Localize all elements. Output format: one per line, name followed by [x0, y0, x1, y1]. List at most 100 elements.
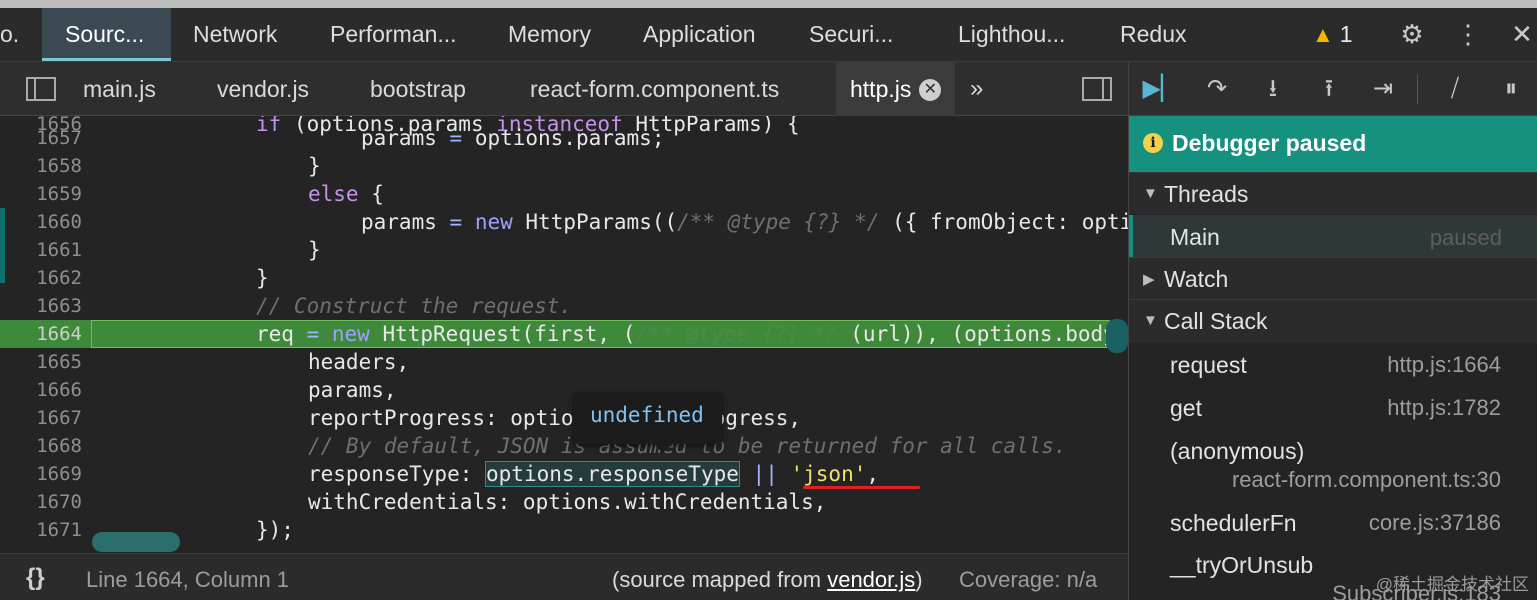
thread-item-main[interactable]: Main paused [1129, 215, 1537, 257]
caret-right-icon: ▶ [1143, 271, 1155, 288]
tab-label: o. [0, 21, 20, 47]
source-map-link[interactable]: vendor.js [827, 567, 915, 592]
deactivate-breakpoints-icon[interactable]: ⧸ [1435, 62, 1475, 116]
tab-network[interactable]: Network [193, 8, 277, 61]
warnings-count: 1 [1339, 21, 1353, 47]
frame-location: core.js:37186 [1368, 510, 1501, 535]
close-icon[interactable]: ✕ [1502, 8, 1537, 61]
section-label: Threads [1164, 181, 1249, 207]
code-line: 1669 responseType: options.responseType … [0, 460, 1110, 488]
section-watch[interactable]: ▶ Watch [1129, 257, 1537, 299]
toggle-debugger-icon[interactable] [1082, 77, 1112, 101]
code-line: 1665 headers, [0, 348, 1110, 376]
tab-lighthouse[interactable]: Lighthou... [958, 8, 1065, 61]
current-execution-line: 1664 req = new HttpRequest(first, (/** @… [0, 320, 1116, 348]
line-number: 1657 [36, 127, 82, 149]
step-into-icon[interactable]: ⭳ [1253, 62, 1293, 116]
step-out-icon[interactable]: ⭱ [1309, 62, 1349, 116]
code-text: } [308, 154, 321, 178]
section-call-stack[interactable]: ▼ Call Stack [1129, 299, 1537, 343]
toggle-navigator-icon[interactable] [26, 77, 56, 101]
line-number: 1667 [36, 407, 82, 429]
horizontal-scrollbar-thumb[interactable] [92, 532, 180, 552]
tab-sources[interactable]: Sourc... [42, 8, 171, 61]
file-tab-label: main.js [83, 76, 156, 102]
tab-label: Network [193, 21, 278, 47]
annotation-underline [803, 486, 920, 489]
editor-file-tabs: main.js vendor.js bootstrap react-form.c… [0, 62, 1128, 116]
vertical-scrollbar-thumb[interactable] [1106, 319, 1128, 353]
line-number: 1670 [36, 491, 82, 513]
code-text: }); [256, 518, 294, 542]
file-tab-bootstrap[interactable]: bootstrap [370, 62, 466, 116]
code-line: 1661 } [0, 236, 1110, 264]
code-text: } [256, 266, 269, 290]
paused-message: Debugger paused [1172, 130, 1367, 156]
tab-label: Application [643, 21, 756, 47]
code-line: 1667 reportProgress: options.reportProgr… [0, 404, 1110, 432]
info-icon: i [1143, 133, 1163, 153]
tab-label: Memory [508, 21, 592, 47]
line-number: 1663 [36, 295, 82, 317]
close-tab-icon[interactable]: ✕ [919, 79, 942, 101]
file-tab-react-form-component[interactable]: react-form.component.ts [530, 62, 779, 116]
window-top-edge [0, 0, 1537, 8]
code-text: params = new HttpParams((/** @type {?} *… [361, 210, 1128, 234]
source-map-suffix: ) [915, 567, 923, 592]
line-number: 1658 [36, 155, 82, 177]
line-number: 1671 [36, 519, 82, 541]
resume-icon[interactable]: ▶▏ [1141, 62, 1181, 116]
tab-security[interactable]: Securi... [809, 8, 893, 61]
more-vertical-icon[interactable]: ⋮ [1448, 8, 1488, 61]
frame-function: schedulerFn [1170, 510, 1297, 536]
tab-elements-truncated[interactable]: o. [0, 8, 24, 61]
line-number: 1668 [36, 435, 82, 457]
step-icon[interactable]: ⇥ [1363, 62, 1403, 116]
code-line: 1670 withCredentials: options.withCreden… [0, 488, 1110, 516]
warnings-counter[interactable]: ▲ 1 [1312, 8, 1353, 61]
step-over-icon[interactable]: ↷ [1197, 62, 1237, 116]
source-map-prefix: (source mapped from [612, 567, 828, 592]
section-threads[interactable]: ▼ Threads [1129, 172, 1537, 214]
caret-down-icon: ▼ [1143, 312, 1158, 329]
code-line: 1659 else { [0, 180, 1110, 208]
file-tab-label: bootstrap [370, 76, 466, 102]
code-text: else { [308, 182, 384, 206]
code-line: 1666 params, [0, 376, 1110, 404]
thread-name: Main [1170, 224, 1220, 250]
file-tab-label: react-form.component.ts [530, 76, 780, 102]
line-number: 1660 [36, 211, 82, 233]
tab-memory[interactable]: Memory [508, 8, 591, 61]
tab-performance[interactable]: Performan... [330, 8, 457, 61]
hovered-expression[interactable]: options.responseType [485, 461, 740, 487]
paused-banner: i Debugger paused [1129, 116, 1537, 172]
line-number: 1665 [36, 351, 82, 373]
code-line: 1668 // By default, JSON is assumed to b… [0, 432, 1110, 460]
value-tooltip: undefined [574, 392, 722, 453]
watermark-text: @稀土掘金技术社区 [1375, 575, 1529, 594]
file-tab-main-js[interactable]: main.js [83, 62, 156, 116]
pause-on-exceptions-icon[interactable]: ⏸ [1491, 62, 1531, 116]
code-text: withCredentials: options.withCredentials… [308, 490, 827, 514]
frame-function: get [1170, 395, 1202, 421]
frame-location: react-form.component.ts:30 [1231, 467, 1501, 492]
more-tabs-icon[interactable]: » [970, 62, 983, 116]
tab-redux[interactable]: Redux [1120, 8, 1186, 61]
warning-triangle-icon: ▲ [1312, 22, 1334, 47]
pretty-print-icon[interactable]: {} [26, 564, 45, 592]
tab-label: Performan... [330, 21, 457, 47]
devtools-panel-tabbar: o. Sourc... Network Performan... Memory … [0, 8, 1537, 62]
file-tab-http-js[interactable]: http.js ✕ [836, 62, 956, 116]
tab-application[interactable]: Application [643, 8, 756, 61]
file-tab-vendor-js[interactable]: vendor.js [217, 62, 309, 116]
gear-icon[interactable]: ⚙ [1392, 8, 1432, 61]
cursor-position: Line 1664, Column 1 [86, 567, 290, 592]
section-label: Watch [1164, 266, 1229, 292]
file-tab-label: http.js [850, 76, 912, 102]
line-number: 1662 [36, 267, 82, 289]
frame-function: request [1170, 352, 1247, 378]
code-comment: // Construct the request. [256, 294, 573, 318]
code-editor[interactable]: 1656 if (options.params instanceof HttpP… [0, 116, 1128, 553]
source-map-info: (source mapped from vendor.js) [612, 567, 923, 593]
line-number: 1661 [36, 239, 82, 261]
